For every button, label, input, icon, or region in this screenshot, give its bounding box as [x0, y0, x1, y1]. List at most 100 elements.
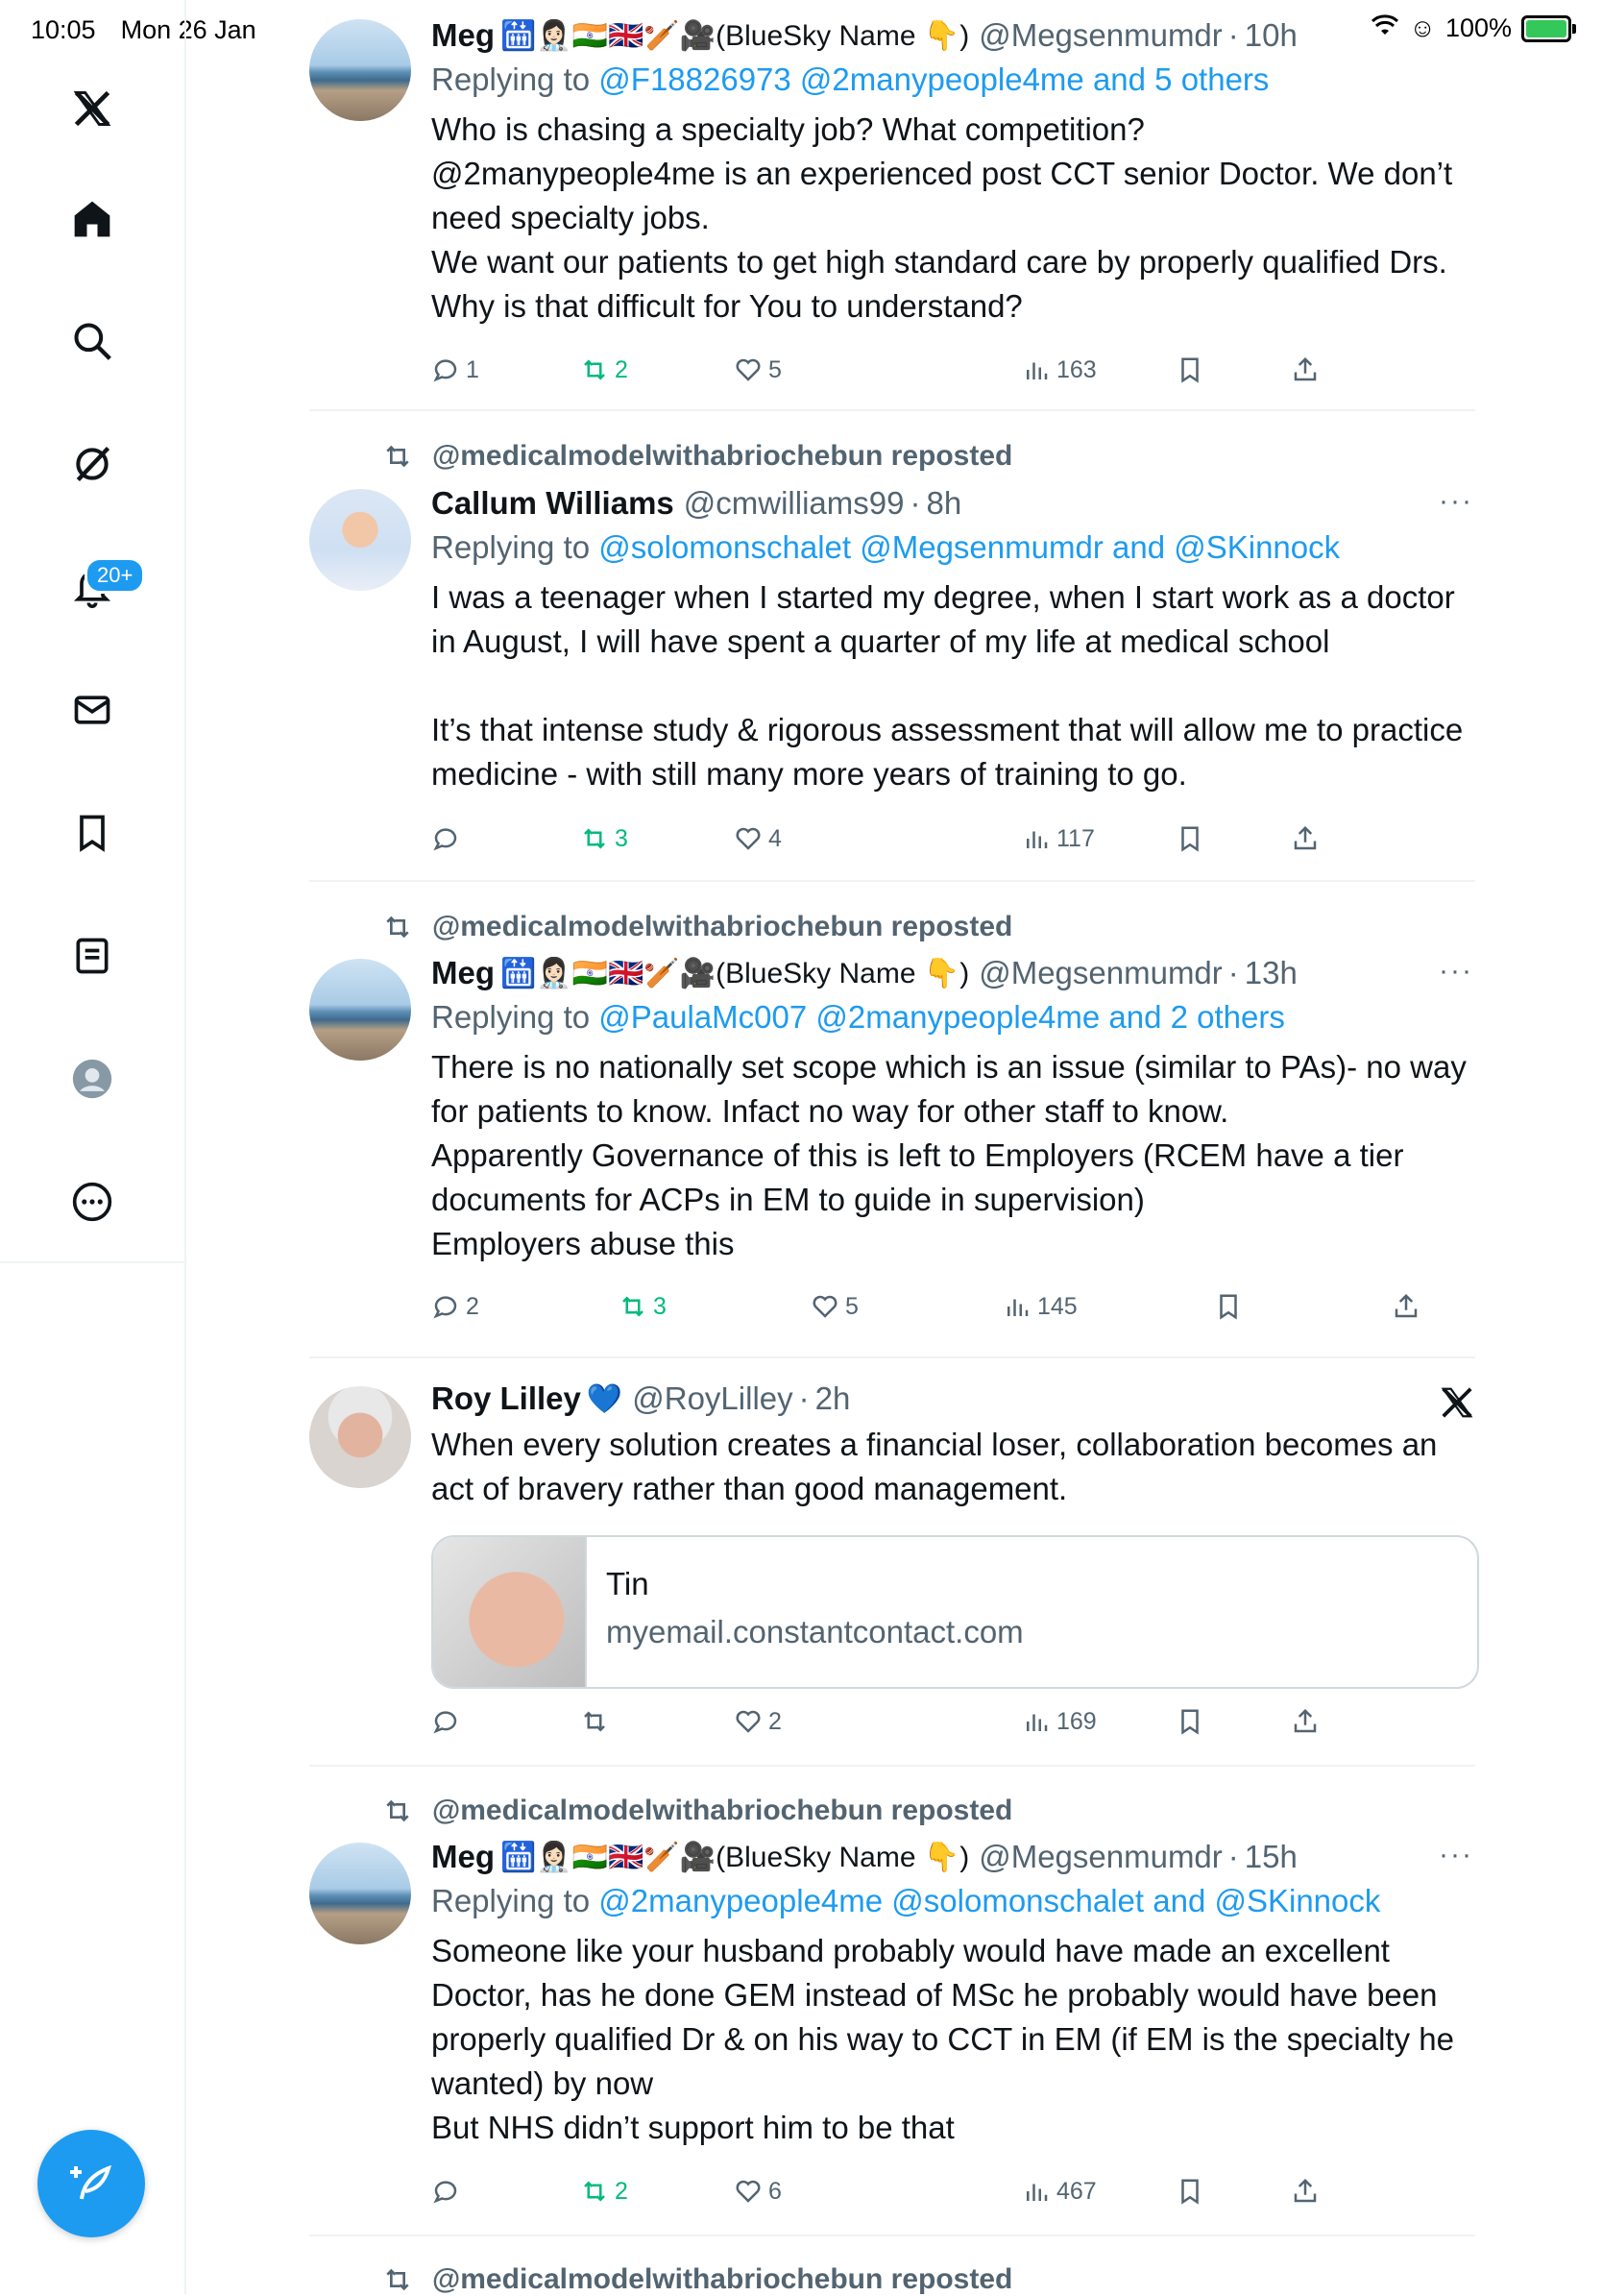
battery-icon [1521, 14, 1576, 42]
divider [309, 1765, 1475, 1767]
tweet-text: Who is chasing a specialty job? What com… [431, 111, 1453, 324]
author-name[interactable]: Meg [431, 955, 495, 991]
bookmark-icon [1181, 2179, 1199, 2205]
divider [309, 409, 1475, 411]
share-button[interactable] [1392, 1292, 1420, 1321]
tweet-time[interactable]: 15h [1245, 1839, 1298, 1875]
author-handle[interactable]: @cmwilliams99 [684, 485, 905, 522]
x-logo-icon[interactable] [1439, 1384, 1475, 1426]
link-preview-card[interactable]: Tin myemail.constantcontact.com [431, 1535, 1479, 1689]
heart-icon [736, 827, 761, 850]
lists-icon[interactable] [69, 933, 115, 979]
grok-icon[interactable] [69, 441, 115, 487]
reply-button[interactable] [431, 2177, 466, 2206]
author-handle[interactable]: @Megsenmumdr [979, 17, 1223, 54]
bookmark-button[interactable] [1176, 355, 1204, 384]
avatar[interactable] [309, 19, 411, 121]
tweet-time[interactable]: 2h [815, 1380, 851, 1417]
share-button[interactable] [1291, 355, 1320, 384]
tweet-text: Someone like your husband probably would… [431, 1933, 1454, 2145]
repost-indicator[interactable]: @medicalmodelwithabriochebun reposted [382, 1795, 1012, 1827]
compose-post-button[interactable] [37, 2130, 145, 2237]
avatar[interactable] [309, 1843, 411, 1944]
share-button[interactable] [1291, 2177, 1320, 2206]
x-logo-icon[interactable] [69, 85, 115, 132]
repost-icon [584, 359, 605, 380]
reply-button[interactable] [431, 824, 466, 853]
repost-button[interactable]: 2 [580, 355, 628, 384]
share-button[interactable] [1291, 824, 1320, 853]
search-icon[interactable] [69, 318, 115, 364]
author-handle[interactable]: @Megsenmumdr [979, 955, 1223, 991]
bookmark-button[interactable] [1176, 824, 1204, 853]
repost-icon [584, 1711, 605, 1732]
reply-targets[interactable]: @PaulaMc007 @2manypeople4me and 2 others [598, 999, 1285, 1035]
messages-icon[interactable] [69, 687, 115, 733]
views-button[interactable]: 117 [1022, 824, 1095, 853]
share-button[interactable] [1291, 1707, 1320, 1736]
more-options-icon[interactable] [69, 1179, 115, 1225]
like-button[interactable]: 5 [811, 1292, 859, 1321]
reply-targets[interactable]: @F18826973 @2manypeople4me and 5 others [598, 61, 1269, 97]
share-icon [1294, 2178, 1317, 2203]
profile-avatar-icon[interactable] [69, 1056, 115, 1102]
blue-heart-emoji: 💙 [586, 1382, 623, 1415]
repost-icon [584, 2181, 605, 2202]
repost-indicator[interactable]: @medicalmodelwithabriochebun reposted [382, 2263, 1012, 2296]
reply-targets[interactable]: @solomonschalet @Megsenmumdr and @SKinno… [598, 529, 1340, 565]
heart-icon [736, 1710, 761, 1733]
avatar[interactable] [309, 489, 411, 591]
views-button[interactable]: 169 [1022, 1707, 1097, 1736]
avatar[interactable] [309, 1386, 411, 1488]
home-icon[interactable] [69, 196, 115, 242]
share-icon [1294, 356, 1317, 381]
reply-button[interactable] [431, 1707, 466, 1736]
like-button[interactable]: 5 [734, 355, 782, 384]
more-options-icon[interactable]: ··· [1439, 485, 1473, 518]
bookmark-button[interactable] [1176, 2177, 1204, 2206]
tweet-time[interactable]: 13h [1245, 955, 1298, 991]
repost-button[interactable]: 2 [580, 2177, 628, 2206]
author-name-emojis: 🛗👩🏻‍⚕️🇮🇳🇬🇧🏏🎥(BlueSky Name 👇) [500, 957, 970, 989]
author-name[interactable]: Meg [431, 17, 495, 54]
like-button[interactable]: 6 [734, 2177, 782, 2206]
bookmark-button[interactable] [1176, 1707, 1204, 1736]
views-button[interactable]: 467 [1022, 2177, 1097, 2206]
share-icon [1294, 825, 1317, 850]
repost-icon [386, 445, 409, 468]
repost-indicator[interactable]: @medicalmodelwithabriochebun reposted [382, 440, 1012, 473]
repost-icon [584, 828, 605, 849]
repost-indicator[interactable]: @medicalmodelwithabriochebun reposted [382, 911, 1012, 943]
bookmark-button[interactable] [1214, 1292, 1243, 1321]
author-name[interactable]: Callum Williams [431, 485, 674, 522]
reply-icon [433, 1296, 457, 1319]
reply-targets[interactable]: @2manypeople4me @solomonschalet and @SKi… [598, 1883, 1380, 1918]
author-name-emojis: 🛗👩🏻‍⚕️🇮🇳🇬🇧🏏🎥(BlueSky Name 👇) [500, 1841, 970, 1873]
author-name[interactable]: Meg [431, 1839, 495, 1875]
like-button[interactable]: 2 [734, 1707, 782, 1736]
more-options-icon[interactable]: ··· [1439, 1839, 1473, 1871]
replying-to: Replying to @F18826973 @2manypeople4me a… [431, 61, 1270, 97]
avatar[interactable] [309, 959, 411, 1061]
tweet-text: When every solution creates a financial … [431, 1427, 1446, 1506]
author-name[interactable]: Roy Lilley [431, 1380, 581, 1417]
replying-to: Replying to @solomonschalet @Megsenmumdr… [431, 529, 1341, 565]
author-handle[interactable]: @RoyLilley [632, 1380, 792, 1417]
views-button[interactable]: 145 [1003, 1292, 1078, 1321]
reply-button[interactable]: 1 [431, 355, 479, 384]
bookmarks-icon[interactable] [69, 810, 115, 856]
repost-button[interactable]: 3 [619, 1292, 667, 1321]
replying-to: Replying to @2manypeople4me @solomonscha… [431, 1883, 1381, 1918]
more-options-icon[interactable]: ··· [1439, 955, 1473, 988]
views-button[interactable]: 163 [1022, 355, 1097, 384]
tweet-time[interactable]: 10h [1245, 17, 1298, 54]
link-preview-title: Tin [606, 1566, 649, 1601]
author-handle[interactable]: @Megsenmumdr [979, 1839, 1223, 1875]
link-preview-image [433, 1537, 587, 1687]
repost-button[interactable]: 3 [580, 824, 628, 853]
link-preview-domain: myemail.constantcontact.com [606, 1614, 1024, 1649]
repost-button[interactable] [580, 1707, 615, 1736]
reply-button[interactable]: 2 [431, 1292, 479, 1321]
like-button[interactable]: 4 [734, 824, 782, 853]
tweet-time[interactable]: 8h [926, 485, 961, 522]
